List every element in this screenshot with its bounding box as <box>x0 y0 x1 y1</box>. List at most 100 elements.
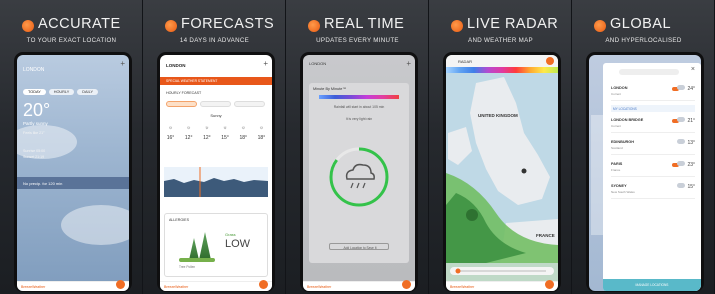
rain-start-text: Rainfall will start in about 105 min <box>333 105 385 109</box>
phone-frame: LONDON + TODAY HOURLY DAILY 20° Partly s… <box>14 52 132 292</box>
location-row-name: PARIS <box>611 162 623 166</box>
location-row-name: SYDNEY <box>611 184 627 188</box>
add-location-icon[interactable]: + <box>263 59 268 68</box>
sun-icon: ☼ <box>222 125 228 131</box>
menu-button[interactable] <box>116 280 125 289</box>
tab-hourly[interactable]: HOURLY <box>48 89 75 95</box>
add-location-icon[interactable]: + <box>406 59 411 68</box>
panel-subtitle: TO YOUR EXACT LOCATION <box>26 37 117 44</box>
menu-button[interactable] <box>545 280 554 289</box>
location-name[interactable]: LONDON <box>309 61 326 66</box>
footer-label: MANAGE LOCATIONS <box>635 283 669 287</box>
hour-temp: 18° <box>257 135 266 141</box>
cloud-icon <box>677 161 685 166</box>
sun-icon: ☼ <box>240 125 246 131</box>
location-row[interactable]: EDINBURGH Scotland 13° <box>611 137 695 155</box>
phone-frame: RADAR UNITED KINGDOM FRANCE BreezeWeathe… <box>443 52 561 292</box>
location-row-temp: 24° <box>687 86 695 92</box>
add-location-button[interactable]: Add Location to Save It <box>329 243 389 250</box>
location-row-temp: 21° <box>687 118 695 124</box>
section-title: HOURLY FORECAST <box>166 91 202 95</box>
panel-subtitle: AND WEATHER MAP <box>468 37 533 44</box>
app-screen: LONDON + TODAY HOURLY DAILY 20° Partly s… <box>17 55 129 291</box>
time-slider[interactable] <box>450 267 554 275</box>
brand-logo: BreezeWeather <box>21 285 46 289</box>
menu-button[interactable] <box>259 280 268 289</box>
cloud-icon <box>677 117 685 122</box>
current-temperature: 20° <box>23 100 51 120</box>
pollen-caption: Tree Pollen <box>179 265 196 269</box>
brand-dot-icon <box>594 20 606 32</box>
weather-icon-row: ☼ ☼ ☼ ☼ ☼ ☼ <box>164 125 268 131</box>
brand-dot-icon <box>22 20 34 32</box>
tree-icon <box>199 232 211 260</box>
rain-cloud-icon <box>345 163 375 180</box>
bottom-bar: BreezeWeather <box>446 280 558 291</box>
pill-tab[interactable] <box>166 101 197 107</box>
manage-locations-button[interactable]: MANAGE LOCATIONS <box>603 279 701 291</box>
sun-icon: ☼ <box>259 125 264 131</box>
location-row-name: LONDON <box>611 86 628 90</box>
pill-tab[interactable] <box>200 101 231 107</box>
layer-name[interactable]: RADAR <box>458 59 472 64</box>
tab-today[interactable]: TODAY <box>23 89 46 95</box>
intensity-scale <box>319 95 399 99</box>
cloud-icon <box>677 183 685 188</box>
bottom-bar: BreezeWeather <box>17 280 129 291</box>
cloud-icon <box>677 85 685 90</box>
sun-icon: ☼ <box>168 125 173 131</box>
button-label: Add Location to Save It <box>343 245 377 250</box>
tab-daily[interactable]: DAILY <box>77 89 98 95</box>
locations-sheet: × LONDON Current 24° MY LOCATIONS LONDON… <box>603 63 701 291</box>
hourly-chart <box>164 167 268 197</box>
brand-dot-icon <box>451 20 463 32</box>
location-row-temp: 15° <box>687 184 695 190</box>
location-row-detail: Scotland <box>611 146 623 150</box>
phone-frame: × LONDON Current 24° MY LOCATIONS LONDON… <box>586 52 704 292</box>
app-screen: × LONDON Current 24° MY LOCATIONS LONDON… <box>589 55 701 291</box>
brand-logo: BreezeWeather <box>307 285 332 289</box>
tab-bar: TODAY HOURLY DAILY <box>23 89 98 95</box>
app-screen: RADAR UNITED KINGDOM FRANCE BreezeWeathe… <box>446 55 558 291</box>
location-row-detail: Current <box>611 124 622 128</box>
weather-warning-banner[interactable]: SPECIAL WEATHER STATEMENT <box>160 77 272 85</box>
country-label: FRANCE <box>536 233 555 238</box>
background-sidebar <box>591 115 603 235</box>
panel-title: LIVE RADAR <box>467 16 559 32</box>
location-name[interactable]: LONDON <box>23 67 44 73</box>
sun-icon: ☼ <box>204 125 210 131</box>
detail-line: Sunrise 05:00 <box>23 149 46 153</box>
panel-real-time: REAL TIME UPDATES EVERY MINUTE LONDON + … <box>286 0 429 294</box>
pollen-card[interactable]: ALLERGIES Tree Pollen Grass LOW <box>164 213 268 277</box>
minute-ring[interactable] <box>327 145 391 209</box>
pill-tab[interactable] <box>234 101 265 107</box>
current-condition: Partly sunny <box>23 121 48 126</box>
app-screen: LONDON + SPECIAL WEATHER STATEMENT HOURL… <box>160 55 272 291</box>
location-marker <box>521 168 527 174</box>
brand-dot-icon <box>308 20 320 32</box>
search-input[interactable] <box>619 69 679 75</box>
location-row[interactable]: LONDON Current 24° <box>611 83 695 101</box>
panel-header: REAL TIME UPDATES EVERY MINUTE <box>286 14 428 50</box>
phone-frame: LONDON + SPECIAL WEATHER STATEMENT HOURL… <box>157 52 275 292</box>
close-icon[interactable]: × <box>691 66 695 73</box>
forecast-condition: Sunny <box>210 113 222 118</box>
hour-temp: 16° <box>166 135 175 141</box>
rain-intensity-text: It is very light rain <box>345 117 373 121</box>
location-name[interactable]: LONDON <box>166 63 186 68</box>
rain-alert-bar[interactable]: No precip. for 120 min <box>17 177 129 189</box>
grass-shape <box>179 258 215 262</box>
location-row-detail: Current <box>611 92 622 96</box>
menu-button[interactable] <box>402 280 411 289</box>
card-title: Minute By Minute™ <box>313 87 347 91</box>
hour-temp: 12° <box>203 135 211 141</box>
sun-icon: ☼ <box>186 125 191 131</box>
add-location-icon[interactable]: + <box>120 59 125 68</box>
location-row-name: LONDON BRIDGE <box>611 118 644 122</box>
location-row[interactable]: PARIS France 23° <box>611 159 695 177</box>
tree-icon <box>189 238 199 260</box>
location-row[interactable]: SYDNEY New South Wales 15° <box>611 181 695 199</box>
location-row[interactable]: LONDON BRIDGE Current 21° <box>611 115 695 133</box>
cloud-shape <box>61 205 129 245</box>
location-pin-icon[interactable] <box>546 57 554 65</box>
